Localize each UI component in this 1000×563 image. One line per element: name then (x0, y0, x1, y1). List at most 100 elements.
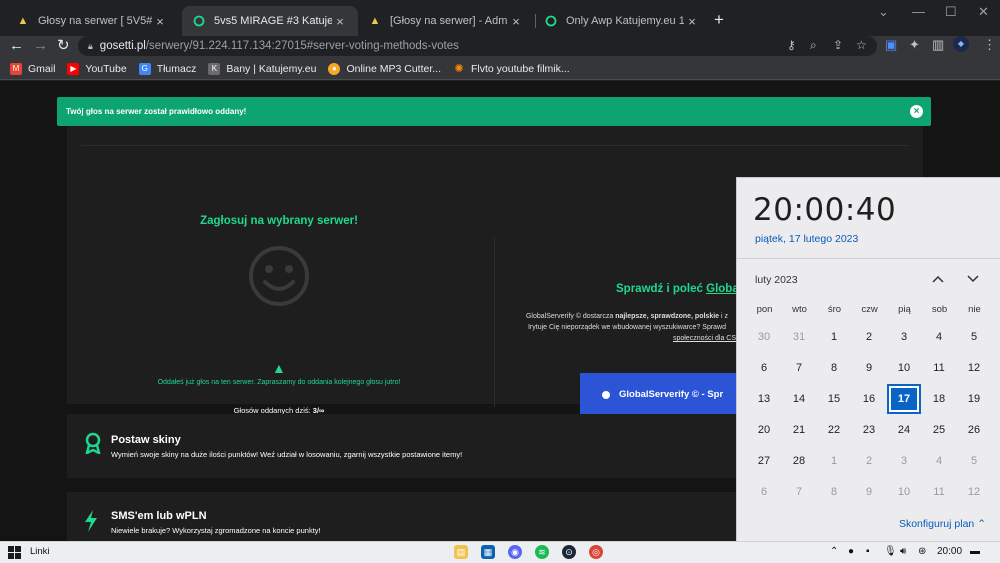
calendar-day[interactable]: 9 (854, 479, 884, 505)
maximize-button[interactable]: ☐ (945, 4, 957, 20)
key-icon[interactable]: ⚷ (787, 38, 796, 52)
calendar-day[interactable]: 9 (854, 355, 884, 381)
bookmark-star-icon[interactable]: ☆ (856, 38, 867, 52)
calendar-day[interactable]: 10 (889, 479, 919, 505)
calendar-day[interactable]: 5 (959, 324, 989, 350)
translate-extension-icon[interactable]: ▣ (885, 37, 897, 53)
close-tab-icon[interactable]: × (684, 14, 700, 29)
tray-app-icon[interactable]: ▪ (866, 546, 870, 557)
tray-chevron-up-icon[interactable]: ⌃ (830, 546, 838, 557)
extensions-puzzle-icon[interactable]: ✦ (909, 37, 920, 53)
tab-3[interactable]: ▲ [Głosy na serwer] - Administracja × (358, 6, 534, 36)
globe-favicon-icon (192, 14, 206, 28)
globalserverify-button[interactable]: GlobalServerify © - Spr (580, 373, 740, 416)
network-globe-icon[interactable]: ● (848, 546, 854, 557)
chrome-icon[interactable]: ◎ (589, 545, 603, 559)
close-tab-icon[interactable]: × (508, 14, 524, 29)
microsoft-store-icon[interactable]: ▦ (481, 545, 495, 559)
chevron-down-icon[interactable]: ⌄ (878, 4, 889, 20)
calendar-day[interactable]: 12 (959, 355, 989, 381)
calendar-day[interactable]: 3 (889, 324, 919, 350)
discord-icon[interactable]: ◉ (508, 545, 522, 559)
file-explorer-icon[interactable]: ▤ (454, 545, 468, 559)
calendar-day[interactable]: 6 (749, 355, 779, 381)
calendar-day[interactable]: 10 (889, 355, 919, 381)
calendar-day[interactable]: 19 (959, 386, 989, 412)
steam-tray-icon[interactable]: ⊛ (918, 546, 926, 557)
calendar-day[interactable]: 25 (924, 417, 954, 443)
taskbar-clock[interactable]: 20:00 (937, 546, 962, 557)
calendar-day[interactable]: 22 (819, 417, 849, 443)
calendar-day[interactable]: 16 (854, 386, 884, 412)
calendar-day[interactable]: 31 (784, 324, 814, 350)
calendar-day[interactable]: 4 (924, 324, 954, 350)
close-alert-icon[interactable]: × (910, 105, 923, 118)
calendar-day[interactable]: 5 (959, 448, 989, 474)
profile-avatar[interactable]: ◆ (953, 36, 969, 52)
bookmark-translate[interactable]: G Tłumacz (138, 62, 196, 75)
menu-kebab-icon[interactable]: ⋮ (983, 37, 996, 53)
tab-1[interactable]: ▲ Głosy na serwer [ 5V5#3 ] - Admi × (6, 6, 178, 36)
calendar-day[interactable]: 20 (749, 417, 779, 443)
calendar-day[interactable]: 14 (784, 386, 814, 412)
windows-start-icon[interactable] (8, 546, 21, 559)
calendar-day[interactable]: 21 (784, 417, 814, 443)
taskbar-links-label[interactable]: Linki (30, 546, 50, 557)
calendar-day[interactable]: 26 (959, 417, 989, 443)
calendar-day[interactable]: 18 (924, 386, 954, 412)
steam-icon[interactable]: ⊙ (562, 545, 576, 559)
tab-2-active[interactable]: 5vs5 MIRAGE #3 Katujemy.eu 128 × (182, 6, 358, 36)
calendar-day[interactable]: 1 (819, 448, 849, 474)
clock-date[interactable]: piątek, 17 lutego 2023 (755, 233, 858, 245)
close-tab-icon[interactable]: × (332, 14, 348, 29)
calendar-day[interactable]: 8 (819, 355, 849, 381)
bookmark-gmail[interactable]: M Gmail (10, 62, 55, 75)
calendar-day[interactable]: 27 (749, 448, 779, 474)
calendar-day[interactable]: 7 (784, 479, 814, 505)
volume-icon[interactable]: 🔊︎ (900, 546, 906, 557)
calendar-day[interactable]: 30 (749, 324, 779, 350)
bookmark-mp3cutter[interactable]: ● Online MP3 Cutter... (328, 62, 441, 75)
next-month-chevron-icon[interactable] (967, 270, 979, 286)
forward-arrow-icon[interactable]: → (33, 36, 48, 58)
calendar-day[interactable]: 13 (749, 386, 779, 412)
side-panel-icon[interactable]: ▥ (932, 37, 944, 53)
globalserverify-description: GlobalServerify © dostarcza najlepsze, s… (516, 311, 738, 344)
calendar-month[interactable]: luty 2023 (755, 274, 798, 286)
address-bar[interactable]: 🔒︎ gosetti.pl/serwery/91.224.117.134:270… (78, 36, 877, 56)
share-icon[interactable]: ⇪ (833, 38, 843, 52)
close-tab-icon[interactable]: × (152, 14, 168, 29)
new-tab-button[interactable]: + (714, 10, 724, 30)
back-arrow-icon[interactable]: ← (9, 36, 24, 58)
calendar-day[interactable]: 6 (749, 479, 779, 505)
calendar-day[interactable]: 8 (819, 479, 849, 505)
calendar-day[interactable]: 12 (959, 479, 989, 505)
calendar-day[interactable]: 23 (854, 417, 884, 443)
spotify-icon[interactable]: ≋ (535, 545, 549, 559)
zoom-icon[interactable]: ⌕ (810, 38, 817, 53)
calendar-day[interactable]: 4 (924, 448, 954, 474)
desc-link[interactable]: społeczności dla CS (673, 335, 736, 342)
tab-4[interactable]: Only Awp Katujemy.eu 10 Ammo × (534, 6, 710, 36)
calendar-day[interactable]: 3 (889, 448, 919, 474)
calendar-day[interactable]: 1 (819, 324, 849, 350)
calendar-day[interactable]: 2 (854, 448, 884, 474)
notifications-icon[interactable]: ▬ (970, 546, 980, 557)
calendar-day[interactable]: 7 (784, 355, 814, 381)
bookmark-youtube[interactable]: ▶ YouTube (67, 62, 127, 75)
minimize-button[interactable]: — (912, 4, 925, 19)
bookmark-bany[interactable]: K Bany | Katujemy.eu (208, 62, 316, 75)
calendar-day[interactable]: 24 (889, 417, 919, 443)
calendar-day[interactable]: 15 (819, 386, 849, 412)
calendar-day[interactable]: 11 (924, 355, 954, 381)
reload-icon[interactable]: ↻ (57, 36, 70, 58)
configure-plan-link[interactable]: Skonfiguruj plan ⌃ (899, 518, 986, 530)
microphone-icon[interactable]: 🎙︎ (884, 546, 897, 557)
calendar-day[interactable]: 28 (784, 448, 814, 474)
calendar-day[interactable]: 11 (924, 479, 954, 505)
bookmark-flvto[interactable]: ✺ Flvto youtube filmik... (453, 63, 569, 76)
close-window-button[interactable]: ✕ (978, 4, 989, 20)
calendar-day[interactable]: 2 (854, 324, 884, 350)
previous-month-chevron-icon[interactable] (932, 270, 944, 286)
calendar-day-selected[interactable]: 17 (887, 384, 921, 414)
